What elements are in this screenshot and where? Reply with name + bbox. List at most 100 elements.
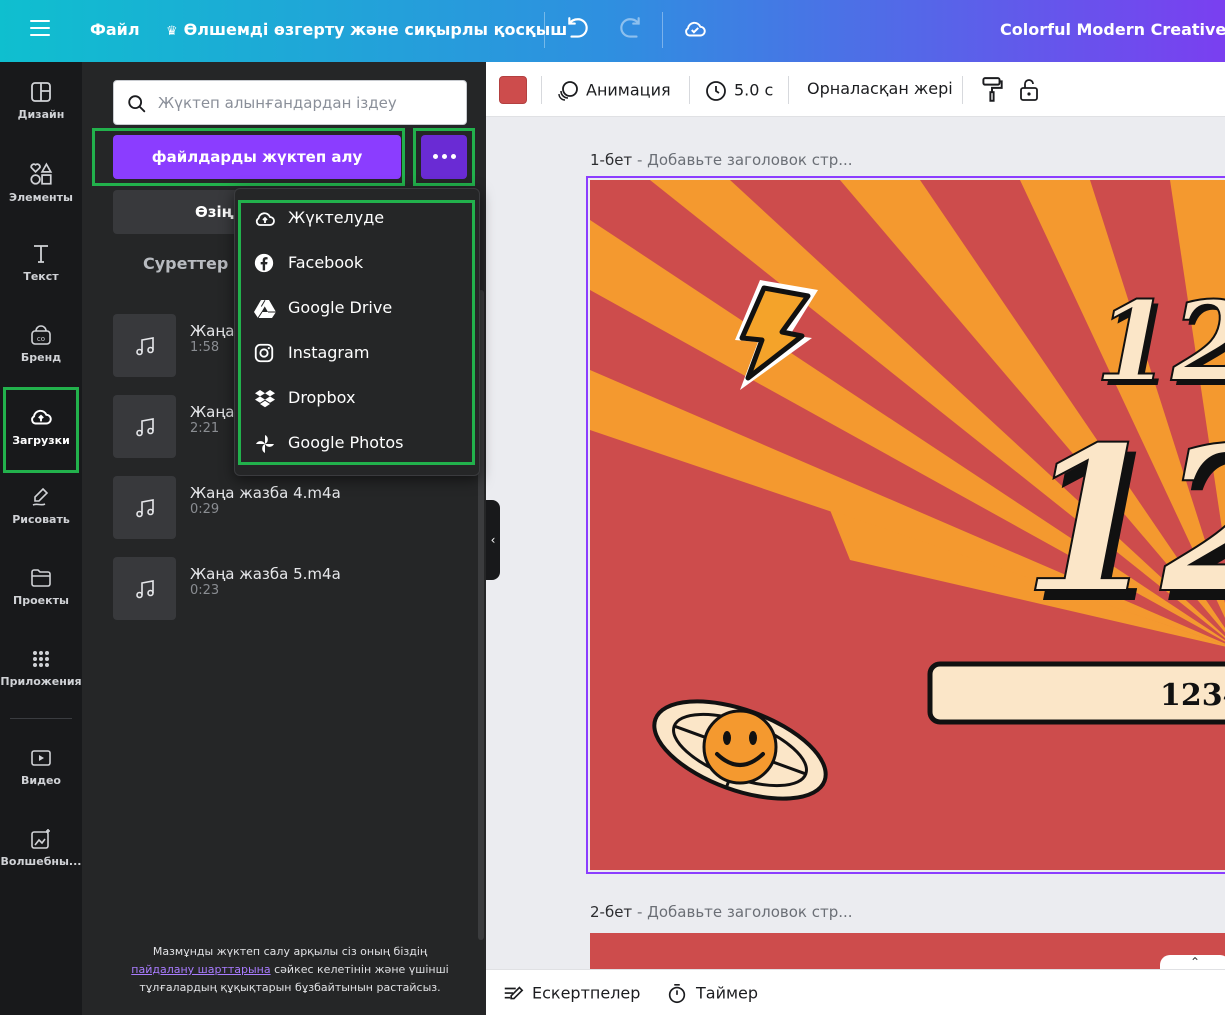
menu-item-dropbox[interactable]: Dropbox xyxy=(253,382,463,418)
cloud-saved-icon[interactable] xyxy=(682,16,708,42)
svg-text:1234: 1234 xyxy=(1160,678,1225,713)
rail-item-elements[interactable]: Элементы xyxy=(0,161,82,241)
svg-text:123: 123 xyxy=(1022,403,1225,638)
page-subtitle: - Добавьте заголовок стр... xyxy=(636,151,853,169)
audio-thumbnail xyxy=(113,314,176,377)
rail-divider xyxy=(10,718,72,719)
page-label[interactable]: 1-бет - Добавьте заголовок стр... xyxy=(590,151,853,169)
menu-item-label: Dropbox xyxy=(288,388,356,407)
rail-label: Текст xyxy=(23,270,59,283)
animate-button[interactable]: Анимация xyxy=(556,79,671,103)
rail-label: Видео xyxy=(21,774,61,787)
highlight-box xyxy=(413,128,475,186)
rail-item-projects[interactable]: Проекты xyxy=(0,566,82,646)
divider xyxy=(962,76,963,104)
list-item[interactable]: Жаңа жазба 4.m4a 0:29 xyxy=(113,476,453,540)
divider xyxy=(544,12,545,48)
draw-icon xyxy=(32,487,49,506)
page-number: 1-бет xyxy=(590,151,633,169)
rail-item-video[interactable]: Видео xyxy=(0,746,82,826)
rail-item-design[interactable]: Дизайн xyxy=(0,80,82,160)
file-name: Жаңа жазба 5.m4a xyxy=(190,565,341,583)
menu-item-label: Google Drive xyxy=(288,298,393,317)
file-name: Жаңа xyxy=(190,403,235,421)
rail-label: Рисовать xyxy=(12,513,70,526)
search-input[interactable]: Жүктеп алынғандардан іздеу xyxy=(113,80,467,125)
timer-icon xyxy=(668,984,686,1004)
paint-roller-icon[interactable] xyxy=(979,76,1011,104)
menu-icon[interactable] xyxy=(30,20,50,38)
highlight-box xyxy=(3,387,79,473)
file-name: Жаңа xyxy=(190,322,235,340)
rail-label: Проекты xyxy=(13,594,69,607)
crown-icon: ♛ xyxy=(166,24,178,39)
rail-item-apps[interactable]: Приложения xyxy=(0,647,82,727)
file-menu[interactable]: Файл xyxy=(90,20,140,39)
resize-button[interactable]: ♛ Өлшемді өзгерту және сиқырлы қосқыш xyxy=(166,20,567,39)
design-title[interactable]: Colorful Modern Creative Por xyxy=(1000,20,1225,39)
instagram-icon xyxy=(254,343,274,363)
page-number: 2-бет xyxy=(590,903,633,921)
video-icon xyxy=(31,750,51,766)
color-swatch[interactable] xyxy=(499,76,527,104)
menu-item-label: Жүктелуде xyxy=(288,208,385,227)
duration-button[interactable]: 5.0 с xyxy=(704,79,773,103)
menu-item-uploading[interactable]: Жүктелуде xyxy=(253,202,463,238)
notes-icon xyxy=(504,986,524,1000)
highlight-box xyxy=(92,128,405,186)
big-number-1: 123 xyxy=(1095,277,1225,406)
rail-item-draw[interactable]: Рисовать xyxy=(0,485,82,565)
tab-images[interactable]: Суреттер xyxy=(143,254,228,273)
animate-label: Анимация xyxy=(586,80,671,100)
top-bar: Файл ♛ Өлшемді өзгерту және сиқырлы қосқы… xyxy=(0,0,1225,62)
list-item[interactable]: Жаңа жазба 5.m4a 0:23 xyxy=(113,557,453,621)
menu-item-instagram[interactable]: Instagram xyxy=(253,337,463,373)
redo-icon[interactable] xyxy=(617,16,643,42)
terms-link[interactable]: пайдалану шарттарына xyxy=(131,963,270,976)
layout-icon xyxy=(31,82,51,102)
page-label[interactable]: 2-бет - Добавьте заголовок стр... xyxy=(590,903,853,921)
audio-thumbnail xyxy=(113,395,176,458)
lock-icon[interactable] xyxy=(1017,76,1047,104)
divider xyxy=(788,76,789,104)
collapse-panel-button[interactable]: ‹ xyxy=(486,500,500,580)
file-duration: 1:58 xyxy=(190,340,220,355)
menu-item-google-drive[interactable]: Google Drive xyxy=(253,292,463,328)
position-button[interactable]: Орналасқан жері xyxy=(807,79,953,98)
rail-label: Приложения xyxy=(0,675,82,688)
clock-icon xyxy=(706,81,726,101)
divider xyxy=(689,76,690,104)
menu-item-facebook[interactable]: Facebook xyxy=(253,247,463,283)
terms-notice: Мазмұнды жүктеп салу арқылы сіз оның біз… xyxy=(120,943,460,997)
file-duration: 0:23 xyxy=(190,583,220,598)
music-note-icon xyxy=(136,337,154,356)
rail-label: Волшебны... xyxy=(0,855,82,868)
terms-text: Мазмұнды жүктеп салу арқылы сіз оның біз… xyxy=(152,945,428,958)
rail-item-magic[interactable]: Волшебны... xyxy=(0,827,82,907)
timer-label: Таймер xyxy=(696,983,759,1003)
menu-item-google-photos[interactable]: Google Photos xyxy=(253,427,463,463)
menu-item-label: Instagram xyxy=(288,343,370,362)
cloud-upload-icon xyxy=(255,212,275,226)
rail-label: Элементы xyxy=(9,191,73,204)
audio-thumbnail xyxy=(113,557,176,620)
google-photos-icon xyxy=(256,435,274,453)
brand-icon: co xyxy=(31,325,51,345)
menu-item-label: Google Photos xyxy=(288,433,404,452)
file-duration: 0:29 xyxy=(190,502,220,517)
resize-label: Өлшемді өзгерту және сиқырлы қосқыш xyxy=(183,20,568,39)
rail-label: Бренд xyxy=(20,351,62,364)
search-icon xyxy=(128,95,146,113)
duration-label: 5.0 с xyxy=(734,80,774,100)
highlight-box xyxy=(238,200,475,465)
svg-text:co: co xyxy=(37,335,45,343)
design-page[interactable]: 123 123 123 123 1234 xyxy=(590,180,1225,870)
timer-button[interactable]: Таймер xyxy=(666,983,758,1005)
animation-icon xyxy=(558,81,578,101)
menu-item-label: Facebook xyxy=(288,253,364,272)
rail-item-text[interactable]: Текст xyxy=(0,242,82,322)
notes-button[interactable]: Ескертпелер xyxy=(502,983,640,1005)
music-note-icon xyxy=(136,580,154,599)
undo-icon[interactable] xyxy=(565,16,591,42)
rail-label: Дизайн xyxy=(17,108,65,121)
